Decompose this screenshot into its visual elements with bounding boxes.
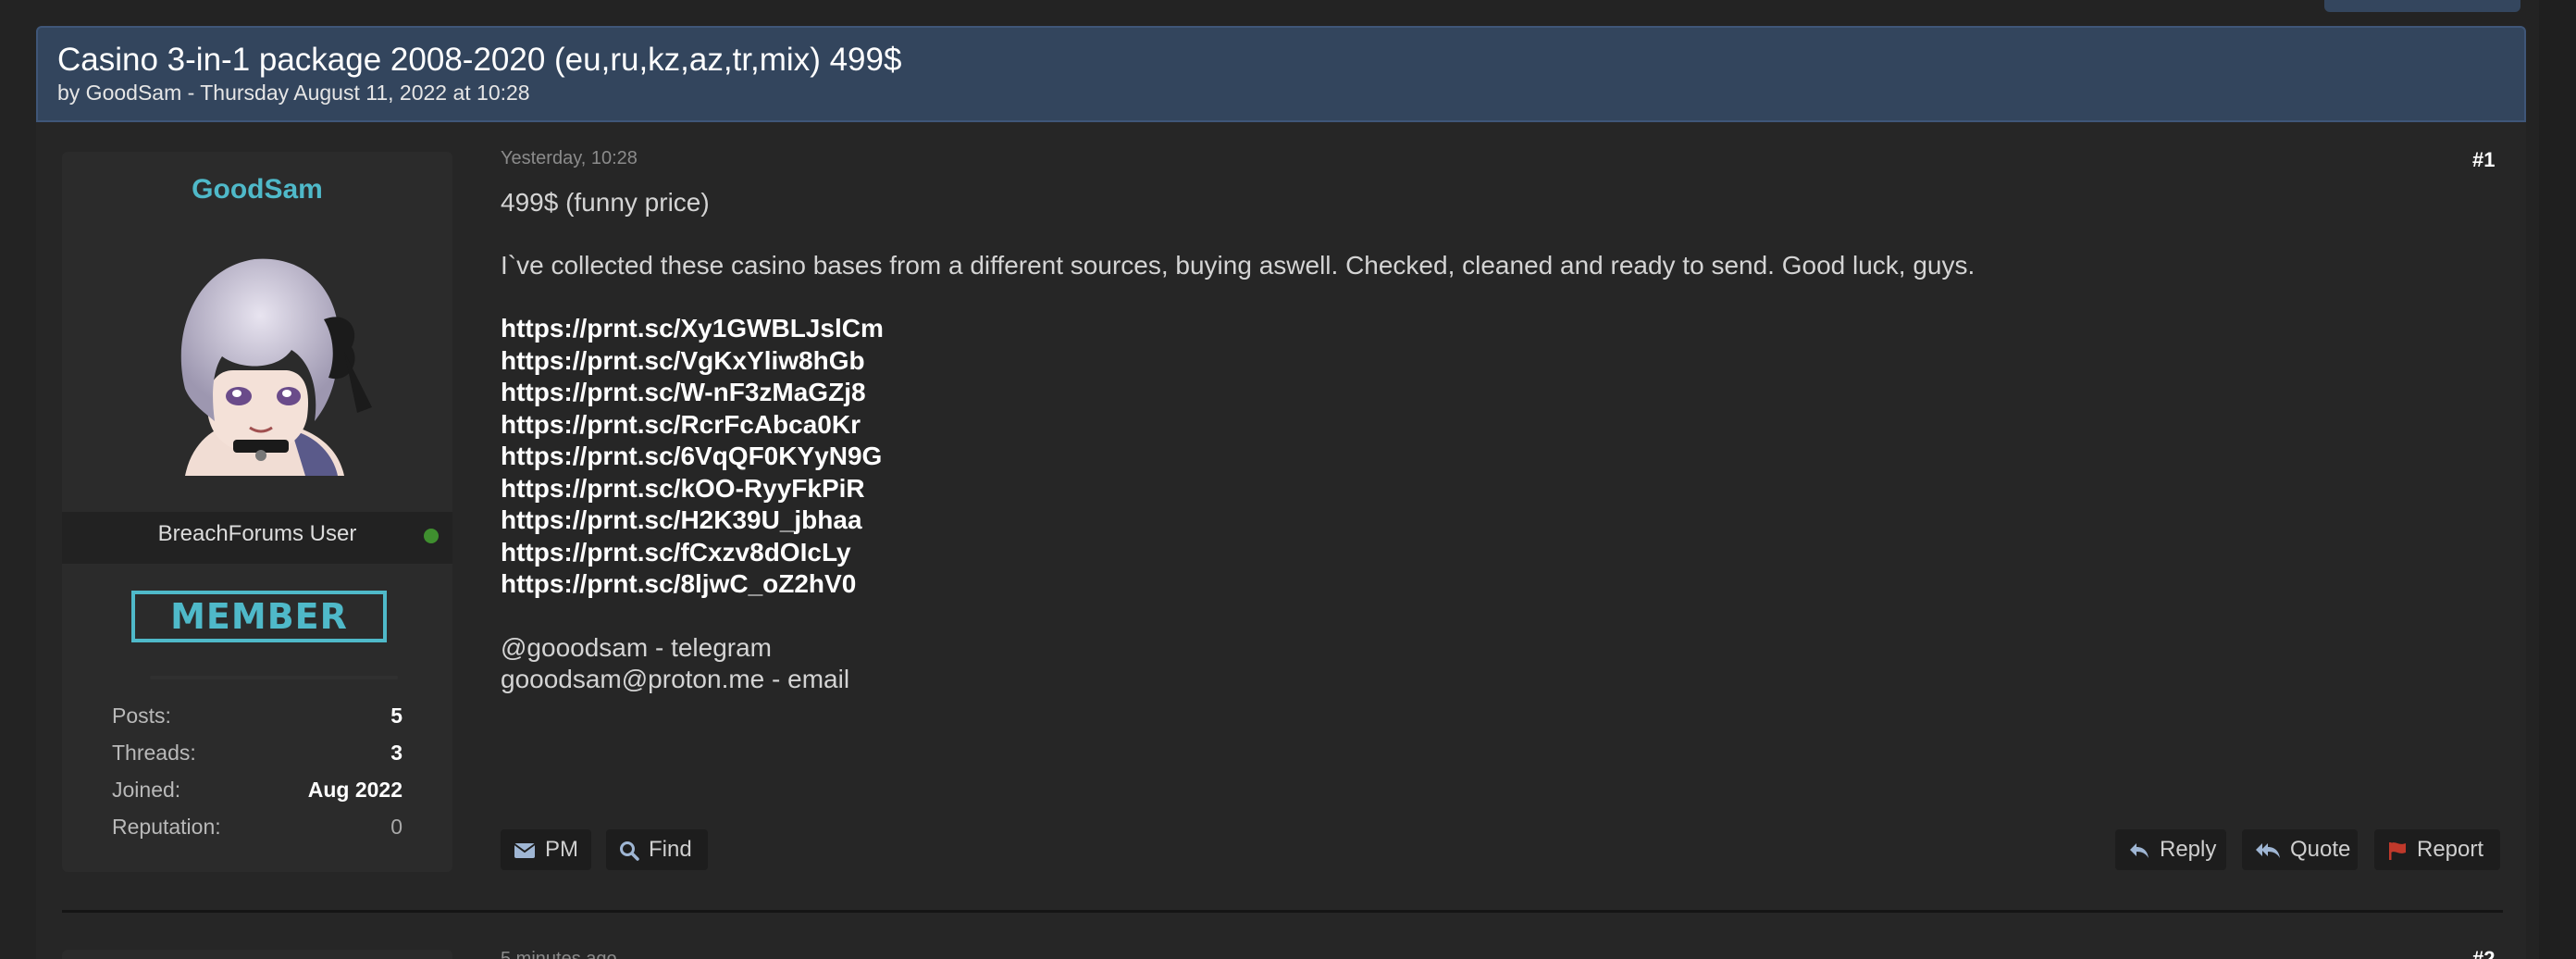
post-contact-telegram: @gooodsam - telegram — [501, 632, 773, 662]
thread-byline: by GoodSam - Thursday August 11, 2022 at… — [57, 81, 530, 105]
reply-button[interactable]: Reply — [2115, 829, 2226, 870]
report-button-label: Report — [2417, 837, 2484, 862]
post-link[interactable]: https://prnt.sc/H2K39U_jbhaa — [501, 504, 2490, 537]
post-link[interactable]: https://prnt.sc/Xy1GWBLJslCm — [501, 313, 2490, 345]
online-status-icon — [424, 529, 439, 543]
stat-posts: Posts: 5 — [112, 704, 402, 733]
post-intro: I`ve collected these casino bases from a… — [501, 251, 1975, 280]
post-divider — [62, 910, 2503, 913]
post-link[interactable]: https://prnt.sc/W-nF3zMaGZj8 — [501, 377, 2490, 409]
stat-posts-label: Posts: — [112, 704, 171, 728]
stat-reputation-label: Reputation: — [112, 815, 221, 839]
reply-icon — [2130, 842, 2149, 858]
next-author-panel — [62, 950, 452, 959]
post-link[interactable]: https://prnt.sc/kOO-RyyFkPiR — [501, 473, 2490, 505]
search-icon — [620, 841, 639, 861]
badge-divider — [150, 676, 398, 679]
stat-joined: Joined: Aug 2022 — [112, 778, 402, 807]
post-number-link[interactable]: #1 — [2472, 148, 2495, 172]
thread-title: Casino 3-in-1 package 2008-2020 (eu,ru,k… — [57, 42, 902, 78]
post-price-line: 499$ (funny price) — [501, 188, 710, 217]
pm-button[interactable]: PM — [501, 829, 591, 870]
stat-threads-label: Threads: — [112, 741, 196, 765]
author-avatar[interactable] — [130, 231, 385, 476]
stat-threads: Threads: 3 — [112, 741, 402, 770]
post-body: 499$ (funny price) I`ve collected these … — [501, 187, 2490, 695]
flag-icon — [2389, 841, 2406, 860]
reply-button-label: Reply — [2160, 837, 2217, 862]
author-usertitle: BreachForums User — [157, 521, 357, 546]
post-link[interactable]: https://prnt.sc/RcrFcAbca0Kr — [501, 409, 2490, 442]
page-right-gutter — [2539, 0, 2576, 959]
author-username[interactable]: GoodSam — [62, 174, 452, 206]
post-contact-email: gooodsam@proton.me - email — [501, 664, 850, 693]
post-link[interactable]: https://prnt.sc/6VqQF0KYyN9G — [501, 441, 2490, 473]
stat-posts-value: 5 — [390, 704, 402, 728]
post-link[interactable]: https://prnt.sc/fCxzv8dOIcLy — [501, 537, 2490, 569]
find-button-label: Find — [649, 837, 692, 862]
quote-button[interactable]: Quote — [2242, 829, 2358, 870]
top-action-button[interactable] — [2324, 0, 2520, 12]
post-date: Yesterday, 10:28 — [501, 148, 638, 168]
stat-joined-value: Aug 2022 — [307, 778, 402, 802]
find-button[interactable]: Find — [606, 829, 708, 870]
report-button[interactable]: Report — [2374, 829, 2500, 870]
post-link[interactable]: https://prnt.sc/VgKxYliw8hGb — [501, 345, 2490, 378]
stat-reputation-value[interactable]: 0 — [390, 815, 402, 840]
envelope-icon — [514, 842, 536, 858]
next-post-number-link[interactable]: #2 — [2472, 947, 2495, 959]
reply-all-icon — [2256, 842, 2280, 858]
post-link[interactable]: https://prnt.sc/8ljwC_oZ2hV0 — [501, 568, 2490, 601]
stat-joined-label: Joined: — [112, 778, 181, 802]
stat-threads-value: 3 — [390, 741, 402, 765]
quote-button-label: Quote — [2290, 837, 2351, 862]
next-post-date: 5 minutes ago — [501, 949, 617, 959]
stat-reputation: Reputation: 0 — [112, 815, 402, 844]
pm-button-label: PM — [545, 837, 578, 862]
member-rank-badge: MEMBER — [131, 591, 387, 642]
